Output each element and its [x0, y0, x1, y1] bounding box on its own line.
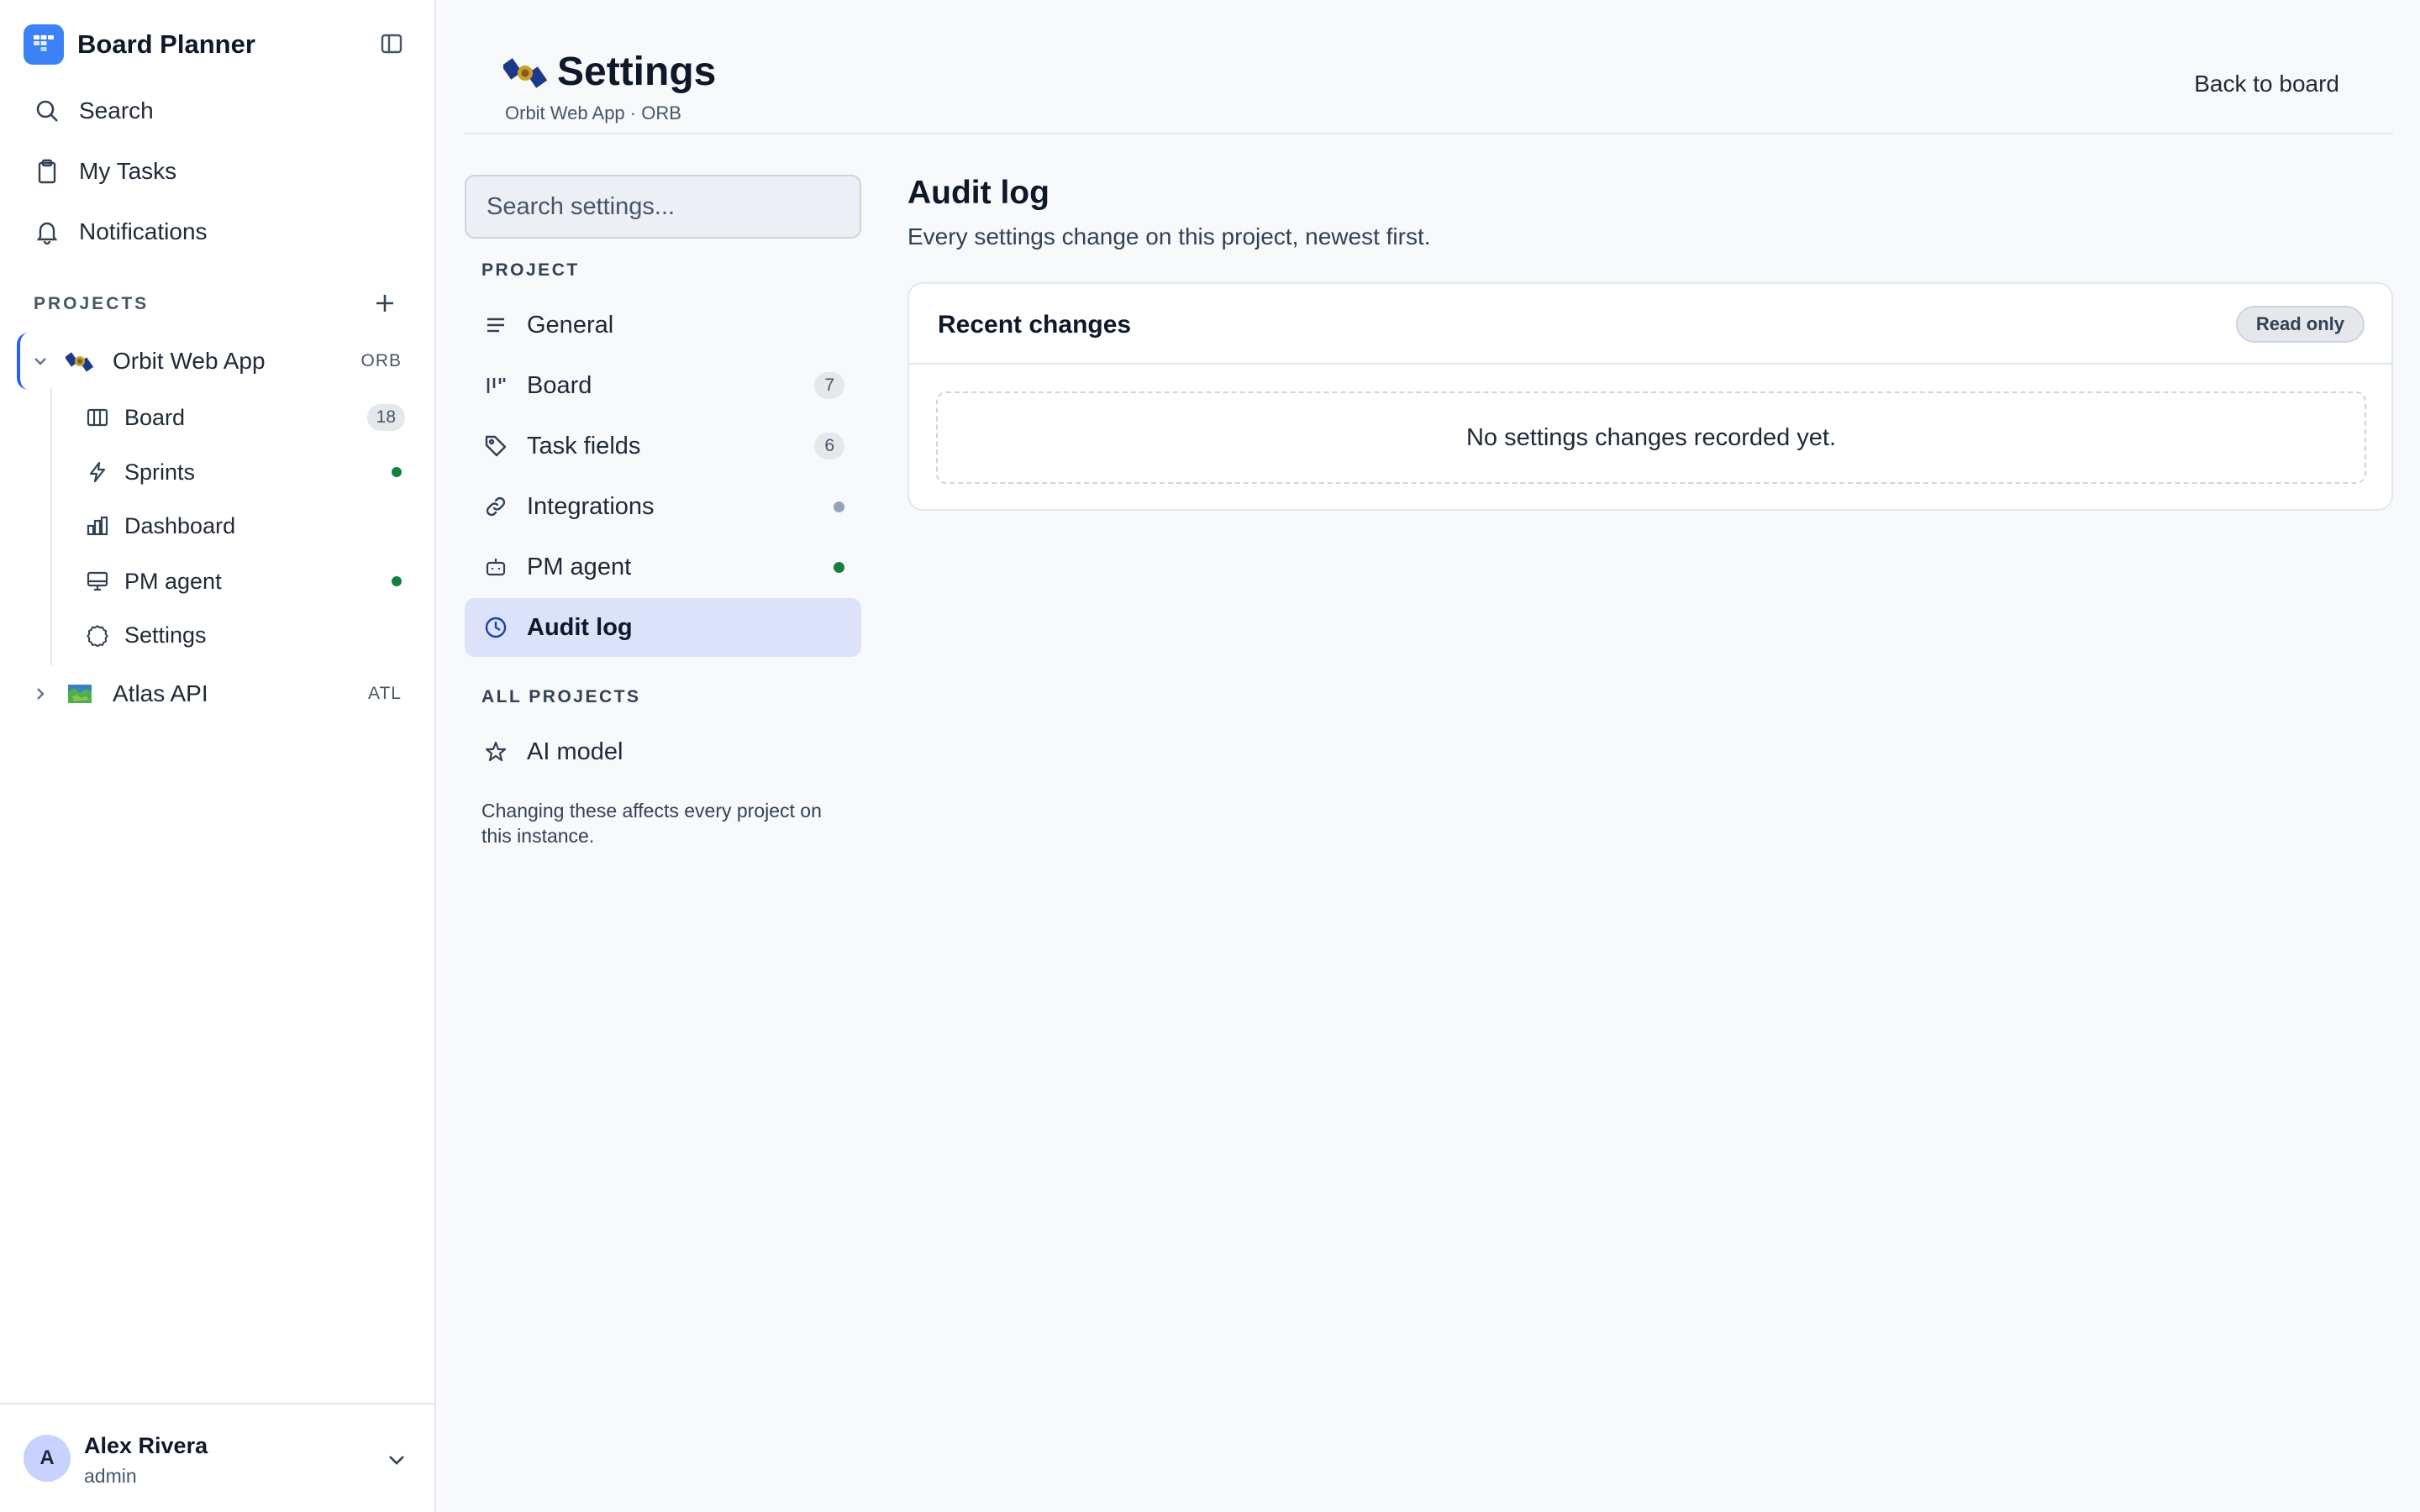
nav-search[interactable]: Search: [24, 87, 410, 135]
section-description: Every settings change on this project, n…: [908, 223, 1431, 249]
lightning-icon: [81, 460, 114, 484]
link-icon: [465, 494, 527, 519]
settings-nav-audit-log-label: Audit log: [527, 613, 633, 641]
bell-icon: [24, 218, 71, 245]
settings-nav-integrations-label: Integrations: [527, 492, 655, 520]
nav-search-label: Search: [79, 97, 154, 123]
project-key: ORB: [360, 351, 402, 370]
projects-header: PROJECTS: [34, 294, 150, 313]
sidebar-toggle-icon[interactable]: [376, 29, 407, 59]
sidebar-item-settings-label: Settings: [124, 622, 207, 648]
settings-nav-pm-agent-label: PM agent: [527, 553, 632, 580]
clock-icon: [465, 615, 527, 640]
gear-icon: [81, 623, 114, 647]
sidebar-item-dashboard-label: Dashboard: [124, 512, 236, 538]
card-title: Recent changes: [938, 311, 1132, 339]
pm-agent-status-dot: [834, 561, 844, 573]
project-orbit-web-app[interactable]: Orbit Web App ORB: [17, 333, 412, 390]
chevron-down-icon[interactable]: [29, 349, 52, 373]
settings-search-input[interactable]: Search settings...: [465, 175, 861, 239]
audit-log-section: Audit log Every settings change on this …: [908, 175, 2393, 511]
settings-nav-pm-agent[interactable]: PM agent: [465, 538, 861, 596]
map-emoji-icon: [66, 680, 94, 708]
app-name: Board Planner: [77, 29, 255, 59]
back-to-board-button[interactable]: Back to board: [2194, 71, 2339, 97]
tag-icon: [465, 433, 527, 459]
settings-nav-audit-log[interactable]: Audit log: [465, 598, 861, 657]
settings-nav-board-label: Board: [527, 371, 592, 399]
nav-notifications[interactable]: Notifications: [24, 207, 410, 256]
page-header: Settings Orbit Web App · ORB Back to boa…: [465, 0, 2393, 134]
clipboard-icon: [24, 158, 71, 185]
project-name: Orbit Web App: [113, 348, 266, 374]
sidebar-item-board[interactable]: Board 18: [81, 393, 410, 442]
settings-nav: Search settings... PROJECT General Board: [465, 175, 861, 847]
chevron-right-icon[interactable]: [29, 682, 52, 706]
sprints-status-dot: [392, 467, 402, 477]
settings-nav-ai-model[interactable]: AI model: [465, 722, 861, 781]
brand[interactable]: Board Planner: [24, 24, 255, 66]
settings-nav-task-fields-label: Task fields: [527, 432, 641, 459]
main-area: Settings Orbit Web App · ORB Back to boa…: [438, 0, 2420, 1512]
sidebar-item-pm-agent[interactable]: PM agent: [81, 557, 410, 606]
read-only-badge: Read only: [2235, 306, 2365, 343]
sidebar-item-board-label: Board: [124, 404, 186, 430]
monitor-icon: [81, 570, 114, 593]
sidebar-item-settings[interactable]: Settings: [81, 611, 410, 659]
tree-connector: [50, 388, 52, 665]
chevron-down-icon[interactable]: [383, 1446, 410, 1473]
recent-changes-card: Recent changes Read only No settings cha…: [908, 282, 2393, 511]
project-name: Atlas API: [113, 680, 208, 706]
board-planner-logo-icon: [24, 24, 64, 65]
add-project-plus-icon[interactable]: [370, 288, 400, 318]
robot-icon: [465, 555, 527, 579]
title-wrap: Settings: [503, 49, 716, 95]
search-icon: [24, 97, 71, 124]
all-projects-group-header: ALL PROJECTS: [481, 687, 641, 706]
avatar: A: [24, 1435, 71, 1482]
integrations-status-dot: [834, 501, 844, 512]
sidebar-item-pm-agent-label: PM agent: [124, 568, 222, 594]
project-key: ATL: [368, 684, 402, 703]
board-count-badge: 7: [814, 372, 844, 399]
section-title: Audit log: [908, 175, 1050, 211]
page-title: Settings: [557, 50, 717, 94]
task-fields-count-badge: 6: [814, 433, 844, 459]
user-menu[interactable]: A Alex Rivera admin: [0, 1403, 436, 1512]
nav-my-tasks[interactable]: My Tasks: [24, 147, 410, 196]
sidebar-item-sprints[interactable]: Sprints: [81, 448, 410, 496]
sidebar-item-dashboard[interactable]: Dashboard: [81, 501, 410, 550]
bar-chart-icon: [81, 514, 114, 538]
settings-nav-ai-model-label: AI model: [527, 738, 623, 765]
project-group-header: PROJECT: [481, 260, 580, 280]
satellite-emoji-icon: [66, 347, 94, 375]
project-atlas-api[interactable]: Atlas API ATL: [17, 669, 412, 719]
satellite-emoji-icon: [503, 52, 547, 92]
card-header: Recent changes Read only: [909, 284, 2391, 365]
columns-icon: [81, 406, 114, 429]
board-count-badge: 18: [366, 404, 405, 431]
page-subtitle: Orbit Web App · ORB: [505, 102, 681, 123]
settings-nav-general[interactable]: General: [465, 296, 861, 354]
empty-state: No settings changes recorded yet.: [936, 391, 2366, 484]
settings-nav-general-label: General: [527, 311, 614, 339]
app-root: Board Planner Search My Tasks Notificati…: [0, 0, 2420, 1512]
sidebar: Board Planner Search My Tasks Notificati…: [0, 0, 436, 1512]
user-name: Alex Rivera: [84, 1433, 208, 1458]
nav-my-tasks-label: My Tasks: [79, 158, 177, 184]
pm-agent-status-dot: [392, 576, 402, 586]
settings-nav-task-fields[interactable]: Task fields 6: [465, 417, 861, 475]
settings-nav-board[interactable]: Board 7: [465, 356, 861, 415]
kanban-icon: [465, 374, 527, 397]
user-role: admin: [84, 1465, 137, 1487]
star-icon: [465, 741, 527, 763]
sidebar-item-sprints-label: Sprints: [124, 459, 196, 485]
settings-nav-integrations[interactable]: Integrations: [465, 477, 861, 536]
lines-icon: [465, 313, 527, 337]
all-projects-note: Changing these affects every project on …: [481, 800, 822, 847]
nav-notifications-label: Notifications: [79, 218, 208, 244]
